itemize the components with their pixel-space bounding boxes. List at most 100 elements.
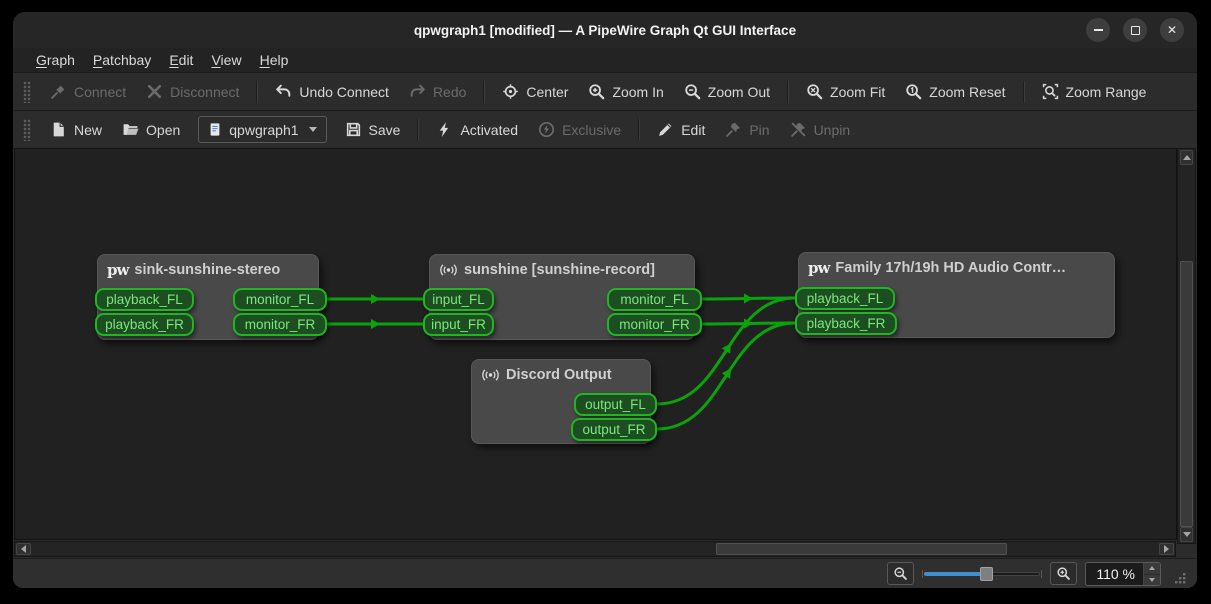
unpin-button[interactable]: Unpin <box>780 116 861 143</box>
spin-down-button[interactable] <box>1144 574 1160 585</box>
activated-button[interactable]: Activated <box>426 116 528 143</box>
minimize-icon <box>1094 29 1103 31</box>
port-playback-fr[interactable]: playback_FR <box>795 312 897 335</box>
port-monitor-fl[interactable]: monitor_FL <box>607 288 702 311</box>
scroll-right-button[interactable] <box>1159 543 1174 555</box>
port-monitor-fl[interactable]: monitor_FL <box>233 288 327 311</box>
zoom-out-icon <box>684 83 701 100</box>
toolbar-separator <box>1023 81 1025 103</box>
unpin-icon <box>790 121 807 138</box>
zoom-out-button[interactable]: Zoom Out <box>674 78 780 105</box>
scroll-left-button[interactable] <box>16 543 31 555</box>
open-folder-icon <box>122 121 139 138</box>
window-title: qpwgraph1 [modified] — A PipeWire Graph … <box>414 23 796 38</box>
pipewire-icon: pw <box>107 263 128 278</box>
menu-graph[interactable]: Graph <box>27 50 84 70</box>
zoom-slider[interactable] <box>922 563 1042 585</box>
close-button[interactable]: ✕ <box>1160 18 1184 42</box>
broadcast-icon <box>481 367 500 383</box>
edit-pencil-icon <box>657 121 674 138</box>
zoom-in-button[interactable]: Zoom In <box>578 78 673 105</box>
port-monitor-fr[interactable]: monitor_FR <box>607 313 702 336</box>
connection-line[interactable] <box>702 298 795 299</box>
port-playback-fl[interactable]: playback_FL <box>95 288 194 311</box>
menu-help[interactable]: Help <box>251 50 298 70</box>
menu-edit[interactable]: Edit <box>160 50 202 70</box>
spin-up-button[interactable] <box>1144 563 1160 574</box>
graph-canvas[interactable]: pw sink-sunshine-stereo sunshine [sunshi… <box>14 148 1177 540</box>
disconnect-button[interactable]: Disconnect <box>136 78 249 105</box>
port-input-fr[interactable]: input_FR <box>423 313 494 336</box>
center-icon <box>502 83 519 100</box>
redo-button[interactable]: Redo <box>399 78 476 105</box>
pin-icon <box>725 121 742 138</box>
exclusive-button[interactable]: Exclusive <box>528 116 631 143</box>
arrow-down-icon <box>1149 578 1155 582</box>
toolbar-drag-handle[interactable] <box>23 119 31 141</box>
zoom-fit-button[interactable]: Zoom Fit <box>796 78 895 105</box>
menu-patchbay[interactable]: Patchbay <box>84 50 160 70</box>
center-button[interactable]: Center <box>492 78 578 105</box>
node-title: sink-sunshine-stereo <box>134 262 280 278</box>
session-name: qpwgraph1 <box>229 122 298 138</box>
port-output-fr[interactable]: output_FR <box>571 418 657 441</box>
zoom-percent-spinbox[interactable]: 110 % <box>1085 562 1161 586</box>
zoom-reset-button[interactable]: Zoom Reset <box>895 78 1015 105</box>
toolbar-separator <box>638 119 640 141</box>
zoom-in-icon <box>1056 566 1071 581</box>
chevron-down-icon <box>309 127 317 132</box>
session-file-icon <box>208 122 222 137</box>
menubar: Graph Patchbay Edit View Help <box>13 48 1197 72</box>
scroll-up-button[interactable] <box>1180 150 1193 165</box>
pin-button[interactable]: Pin <box>715 116 779 143</box>
statusbar-zoom-out-button[interactable] <box>887 562 914 585</box>
titlebar[interactable]: qpwgraph1 [modified] — A PipeWire Graph … <box>13 12 1197 48</box>
zoom-reset-icon <box>905 83 922 100</box>
maximize-icon <box>1131 26 1140 35</box>
statusbar: 110 % <box>13 558 1197 588</box>
session-dropdown[interactable]: qpwgraph1 <box>198 116 326 143</box>
arrow-up-icon <box>1149 566 1155 570</box>
zoom-range-button[interactable]: Zoom Range <box>1032 78 1157 105</box>
node-title: Family 17h/19h HD Audio Contr… <box>835 260 1066 276</box>
arrow-down-icon <box>1183 532 1191 537</box>
maximize-button[interactable] <box>1123 18 1147 42</box>
menu-view[interactable]: View <box>202 50 250 70</box>
new-button[interactable]: New <box>40 116 112 143</box>
disconnect-icon <box>146 83 163 100</box>
port-playback-fr[interactable]: playback_FR <box>95 313 194 336</box>
connection-line[interactable] <box>702 323 795 324</box>
arrow-right-icon <box>1164 545 1169 553</box>
undo-connect-button[interactable]: Undo Connect <box>265 78 399 105</box>
save-button[interactable]: Save <box>335 116 411 143</box>
redo-icon <box>409 83 426 100</box>
toolbar-drag-handle[interactable] <box>23 81 31 103</box>
statusbar-zoom-in-button[interactable] <box>1050 562 1077 585</box>
toolbar-separator <box>417 119 419 141</box>
port-output-fl[interactable]: output_FL <box>574 393 657 416</box>
minimize-button[interactable] <box>1086 18 1110 42</box>
app-window: qpwgraph1 [modified] — A PipeWire Graph … <box>13 12 1197 588</box>
edit-button[interactable]: Edit <box>647 116 715 143</box>
horizontal-scrollbar[interactable] <box>14 541 1176 557</box>
vertical-scroll-thumb[interactable] <box>1180 261 1193 527</box>
node-title: sunshine [sunshine-record] <box>464 262 655 278</box>
horizontal-scroll-thumb[interactable] <box>716 543 1007 555</box>
connect-button[interactable]: Connect <box>40 78 136 105</box>
resize-grip[interactable] <box>1173 571 1187 585</box>
toolbar-separator <box>256 81 258 103</box>
zoom-slider-empty-track <box>986 572 1040 576</box>
connect-icon <box>50 83 67 100</box>
zoom-slider-handle[interactable] <box>980 567 993 581</box>
port-input-fl[interactable]: input_FL <box>423 288 494 311</box>
close-icon: ✕ <box>1167 24 1177 36</box>
node-title: Discord Output <box>506 367 612 383</box>
vertical-scrollbar[interactable] <box>1177 148 1196 544</box>
toolbar-separator <box>483 81 485 103</box>
open-button[interactable]: Open <box>112 116 190 143</box>
port-monitor-fr[interactable]: monitor_FR <box>233 313 327 336</box>
port-playback-fl[interactable]: playback_FL <box>795 287 895 310</box>
scroll-down-button[interactable] <box>1180 527 1193 542</box>
zoom-fit-icon <box>806 83 823 100</box>
pipewire-icon: pw <box>808 261 829 276</box>
